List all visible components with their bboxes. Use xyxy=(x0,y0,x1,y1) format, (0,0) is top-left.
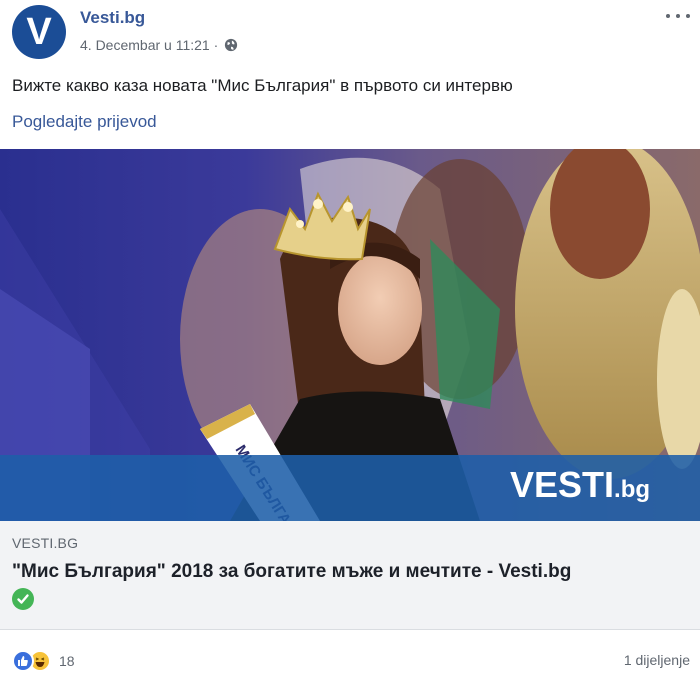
like-icon xyxy=(12,650,34,672)
more-options-icon[interactable] xyxy=(666,8,690,24)
post-timestamp[interactable]: 4. Decembar u 11:21 · xyxy=(80,37,218,53)
page-avatar[interactable]: V xyxy=(12,5,66,59)
avatar-letter: V xyxy=(26,11,52,53)
shares-count[interactable]: 1 dijeljenje xyxy=(624,652,690,668)
post-header: V Vesti.bg 4. Decembar u 11:21 · xyxy=(0,0,700,62)
post-text: Вижте какво каза новата "Мис България" в… xyxy=(12,76,513,95)
preview-photo: МИС БЪЛГАРИЯ VESTI.bg xyxy=(0,149,700,521)
watermark-main: VESTI xyxy=(510,464,614,505)
link-domain: VESTI.BG xyxy=(12,535,79,551)
reactions-summary[interactable]: 18 xyxy=(12,650,75,672)
link-preview-caption[interactable]: VESTI.BG "Мис България" 2018 за богатите… xyxy=(0,521,700,630)
link-preview-image[interactable]: МИС БЪЛГАРИЯ VESTI.bg xyxy=(0,149,700,521)
check-circle-icon xyxy=(12,588,34,610)
watermark-suffix: .bg xyxy=(614,476,650,503)
post-meta: 4. Decembar u 11:21 · xyxy=(80,37,238,53)
see-translation-link[interactable]: Pogledajte prijevod xyxy=(12,112,157,132)
reaction-count: 18 xyxy=(59,653,75,669)
post-footer: 18 1 dijeljenje xyxy=(0,630,700,679)
globe-icon xyxy=(225,38,238,52)
link-headline[interactable]: "Мис България" 2018 за богатите мъже и м… xyxy=(12,561,571,583)
page-name-link[interactable]: Vesti.bg xyxy=(80,8,145,28)
